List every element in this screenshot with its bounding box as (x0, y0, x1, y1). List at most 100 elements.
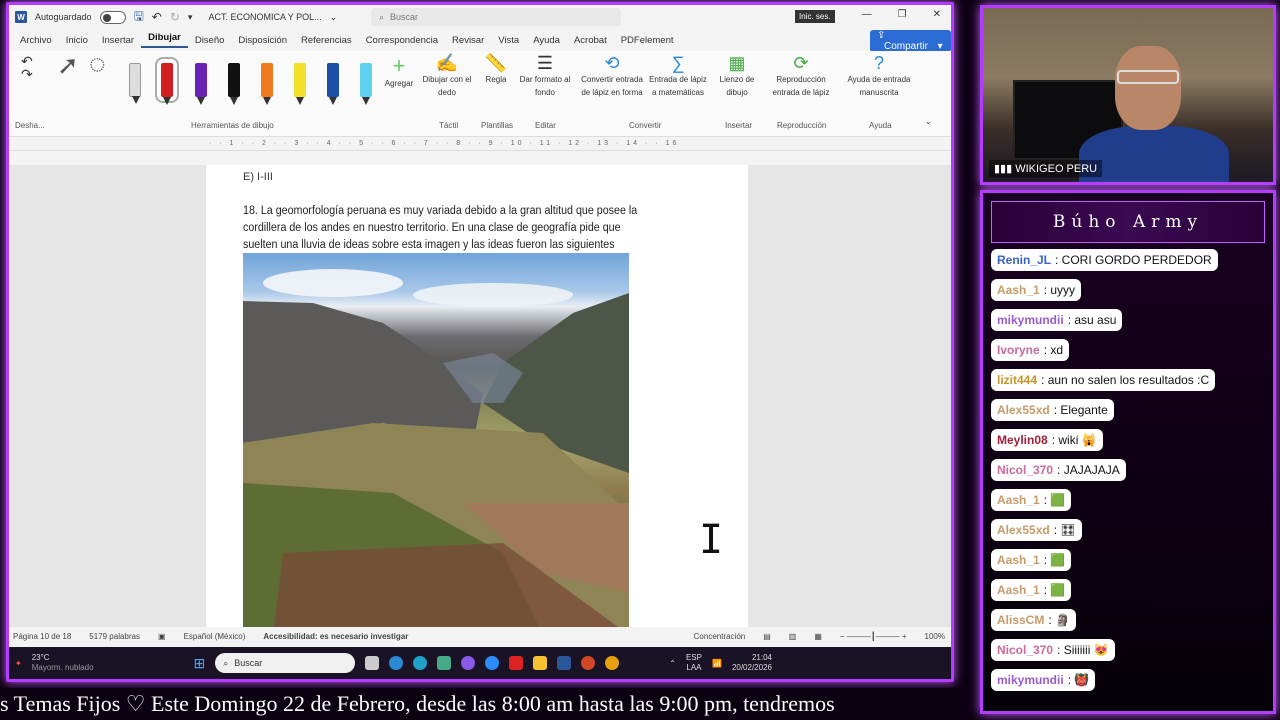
qat-more-icon[interactable]: ▾ (188, 12, 193, 23)
add-pen-button[interactable]: + Agregar (381, 55, 417, 90)
file-explorer-icon[interactable] (533, 656, 548, 670)
edge-icon[interactable] (413, 656, 428, 670)
taskbar-search[interactable]: ⌕ Buscar (215, 653, 356, 673)
tab-referencias[interactable]: Referencias (294, 35, 359, 46)
chat-message: Aash_1: 🟩 (991, 489, 1072, 511)
calculator-icon[interactable] (437, 656, 452, 670)
accessibility-status[interactable]: Accesibilidad: es necesario investigar (263, 632, 408, 641)
tab-revisar[interactable]: Revisar (445, 35, 491, 46)
group-convertir: Convertir (629, 121, 662, 130)
chat-username: Aash_1 (997, 283, 1040, 297)
convert-shape-label: Convertir entrada de lápiz en forma (581, 75, 643, 97)
select-pointer-icon[interactable]: ➚ (57, 52, 79, 78)
document-area[interactable]: E) I-III 18. La geomorfología peruana es… (9, 165, 951, 627)
doc-title[interactable]: ACT. ECONOMICA Y POL... (208, 12, 321, 22)
chat-username: lizit444 (997, 373, 1038, 387)
tab-inicio[interactable]: Inicio (59, 35, 95, 46)
redo-icon[interactable]: ↻ (170, 10, 180, 24)
pen-red-icon[interactable] (155, 57, 179, 105)
question-paragraph: 18. La geomorfología peruana es muy vari… (243, 205, 638, 251)
autosave-toggle[interactable] (99, 10, 126, 24)
chat-username: Nicol_370 (997, 463, 1054, 477)
tab-pdfelement[interactable]: PDFelement (614, 35, 681, 46)
word-count[interactable]: 5179 palabras (89, 632, 140, 641)
cam-label: ▮▮▮ WIKIGEO PERU (989, 160, 1103, 177)
page-count[interactable]: Página 10 de 18 (13, 632, 71, 641)
lang-indicator[interactable]: ESP LAA (686, 653, 702, 673)
copilot-icon[interactable] (461, 656, 476, 670)
tab-ayuda[interactable]: Ayuda (526, 35, 567, 46)
background-icon: ☰ (536, 53, 554, 73)
tray-chevron-icon[interactable]: ⌃ (669, 659, 676, 668)
task-view-icon[interactable] (365, 656, 380, 670)
windows-start-icon[interactable]: ⊞ (194, 655, 206, 672)
print-layout-icon[interactable]: ▥ (789, 632, 797, 641)
close-icon[interactable]: ✕ (933, 9, 941, 20)
weather-widget[interactable]: 23°C Mayorm. nublado (32, 653, 94, 673)
format-bg-label: Dar formato al fondo (519, 75, 571, 97)
read-mode-icon[interactable]: ▤ (763, 632, 771, 641)
lasso-select-icon[interactable]: ◌ (89, 50, 106, 78)
powerpoint-icon[interactable] (581, 656, 596, 670)
search-icon: ⌕ (379, 11, 385, 22)
undo-ribbon-icon[interactable]: ↶ ↷ (21, 54, 33, 81)
title-bar: W Autoguardado 🖫 ↶ ↻ ▾ ACT. ECONOMICA Y … (9, 5, 951, 29)
word-window: W Autoguardado 🖫 ↶ ↻ ▾ ACT. ECONOMICA Y … (9, 5, 951, 679)
format-bg-button[interactable]: ☰ Dar formato al fondo (519, 54, 571, 99)
tab-dibujar[interactable]: Dibujar (141, 32, 188, 48)
chevron-down-icon[interactable]: ⌄ (330, 12, 338, 23)
search-box[interactable]: ⌕ Buscar (371, 8, 621, 26)
signin-button[interactable]: Inic. ses. (795, 10, 835, 23)
tab-correspondencia[interactable]: Correspondencia (359, 35, 445, 46)
chat-message: Aash_1: 🟩 (991, 579, 1072, 601)
undo-icon[interactable]: ↶ (152, 10, 162, 24)
math-input-button[interactable]: ∑ Entrada de lápiz a matemáticas (647, 54, 709, 99)
chat-text: : 🟩 (1043, 553, 1066, 567)
save-icon[interactable]: 🖫 (134, 7, 144, 28)
acrobat-icon[interactable] (509, 656, 524, 670)
ruler-button[interactable]: 📏 Regla (481, 54, 511, 86)
zoom-level[interactable]: 100% (925, 632, 945, 641)
word-taskbar-icon[interactable] (557, 656, 572, 670)
tab-diseno[interactable]: Diseño (188, 35, 232, 46)
chrome-icon[interactable] (605, 656, 620, 670)
weather-icon[interactable]: ✦ (15, 659, 22, 668)
draw-finger-button[interactable]: ✍ Dibujar con el dedo (421, 54, 473, 99)
draw-finger-label: Dibujar con el dedo (422, 75, 472, 97)
pen-orange-icon[interactable] (261, 63, 273, 105)
chat-username: Aash_1 (997, 553, 1040, 567)
replay-icon: ⟳ (793, 53, 809, 73)
chat-message: Nicol_370: JAJAJAJA (991, 459, 1126, 481)
tab-archivo[interactable]: Archivo (13, 35, 59, 46)
focus-mode[interactable]: Concentración (694, 632, 746, 641)
convert-shape-button[interactable]: ⟲ Convertir entrada de lápiz en forma (579, 54, 645, 99)
temperature: 23°C (31, 653, 50, 662)
tab-vista[interactable]: Vista (491, 35, 526, 46)
wifi-icon[interactable]: 📶 (712, 659, 722, 668)
ink-replay-button[interactable]: ⟳ Reproducción entrada de lápiz (765, 54, 837, 99)
pen-black-icon[interactable] (228, 63, 240, 105)
restore-icon[interactable]: ❐ (898, 9, 907, 20)
clock[interactable]: 21:04 20/02/2026 (732, 653, 772, 673)
ribbon-collapse-icon[interactable]: ⌄ (925, 115, 932, 128)
pen-blue-icon[interactable] (327, 63, 339, 105)
tab-disposicion[interactable]: Disposición (231, 35, 294, 46)
highlighter-cyan-icon[interactable] (360, 63, 372, 105)
tab-insertar[interactable]: Insertar (95, 35, 141, 46)
share-button[interactable]: ⇪ Compartir ▾ (870, 30, 951, 52)
zoom-icon[interactable] (485, 656, 500, 670)
web-layout-icon[interactable]: ▦ (814, 632, 822, 641)
canvas-button[interactable]: ▦ Lienzo de dibujo (717, 54, 757, 99)
pen-purple-icon[interactable] (195, 63, 207, 105)
eraser-icon[interactable] (129, 63, 141, 104)
tab-acrobat[interactable]: Acrobat (567, 35, 614, 46)
ink-help-button[interactable]: ? Ayuda de entrada manuscrita (843, 54, 915, 99)
language[interactable]: Español (México) (184, 632, 246, 641)
minimize-icon[interactable]: — (862, 9, 872, 20)
document-page[interactable]: E) I-III 18. La geomorfología peruana es… (206, 165, 748, 627)
weather-text: Mayorm. nublado (31, 663, 94, 672)
proofing-icon[interactable]: ▣ (158, 632, 166, 641)
zoom-slider[interactable]: − ———┃——— + (840, 632, 907, 641)
highlighter-yellow-icon[interactable] (294, 63, 306, 105)
browser-icon[interactable] (389, 656, 404, 670)
